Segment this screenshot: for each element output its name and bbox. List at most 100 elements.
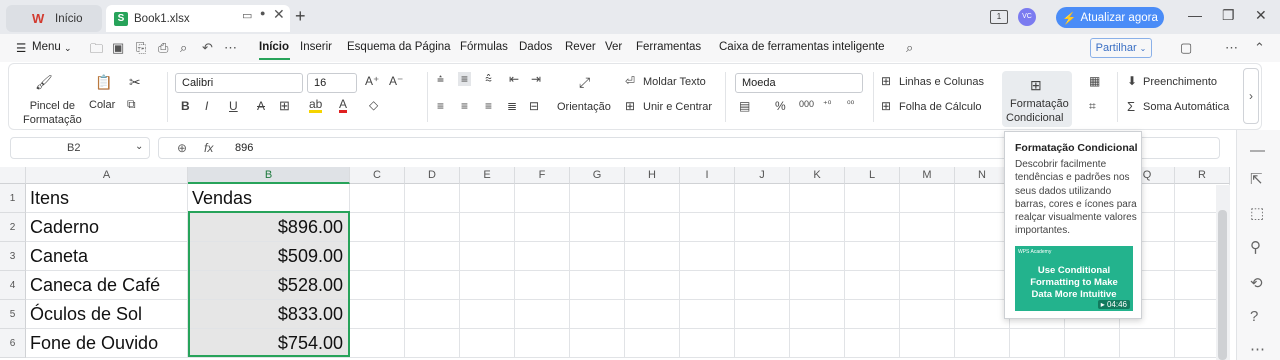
cell-empty[interactable] [460,300,515,329]
history-icon[interactable]: ⟲ [1250,274,1263,292]
cell-empty[interactable] [625,213,680,242]
more-options-icon[interactable]: ⋯ [1225,40,1238,56]
cell-a6[interactable]: Fone de Ouvido [26,329,188,358]
cell-b3[interactable]: $509.00 [188,242,350,271]
cell-empty[interactable] [515,242,570,271]
upgrade-button[interactable]: ⚡ Atualizar agora [1056,7,1164,28]
cell-empty[interactable] [625,329,680,358]
table-format-icon[interactable]: ⌗ [1089,99,1096,114]
cell-empty[interactable] [405,213,460,242]
minimize-panel-icon[interactable]: — [1250,142,1265,159]
column-header-h[interactable]: H [625,167,680,184]
cell-empty[interactable] [845,271,900,300]
rows-columns-button[interactable]: Linhas e Colunas [899,76,984,88]
fill-button[interactable]: Preenchimento [1143,76,1217,88]
more-icon[interactable]: ⋯ [224,40,237,56]
distributed-icon[interactable]: ⊟ [529,99,539,113]
cell-empty[interactable] [680,271,735,300]
menu-item-ferramentas[interactable]: Ferramentas [636,41,701,53]
cell-empty[interactable] [955,271,1010,300]
cell-a1[interactable]: Itens [26,184,188,213]
print-icon[interactable]: ⎙ [158,40,168,56]
tab-home[interactable]: W Início [6,5,102,32]
clear-format-icon[interactable]: ◇ [369,98,378,112]
fill-icon[interactable]: ⬇ [1127,74,1137,88]
font-size-select[interactable]: 16 [307,73,357,93]
cut-icon[interactable]: ✂ [129,74,141,91]
cell-b1[interactable]: Vendas [188,184,350,213]
cell-empty[interactable] [680,213,735,242]
bold-icon[interactable]: B [181,99,190,113]
open-icon[interactable]: 🗀 [90,40,103,62]
indent-decrease-icon[interactable]: ⇤ [509,72,519,86]
row-header[interactable]: 1 [0,184,26,213]
merge-icon[interactable]: ⊞ [625,99,635,113]
column-header-i[interactable]: I [680,167,735,184]
cell-empty[interactable] [350,242,405,271]
cell-empty[interactable] [735,300,790,329]
cell-empty[interactable] [570,242,625,271]
thousands-icon[interactable]: 000 [799,99,814,109]
paste-label[interactable]: Colar [89,99,115,111]
cell-empty[interactable] [570,329,625,358]
cell-empty[interactable] [790,184,845,213]
cell-empty[interactable] [735,329,790,358]
accounting-icon[interactable]: ▤ [739,99,750,113]
save-icon[interactable]: ▣ [112,40,124,56]
column-header-b[interactable]: B [188,167,350,184]
cell-empty[interactable] [405,329,460,358]
cell-empty[interactable] [1065,329,1120,358]
cell-empty[interactable] [680,184,735,213]
decrease-font-icon[interactable]: A⁻ [389,74,403,88]
cell-style-icon[interactable]: ▦ [1089,74,1100,88]
cell-empty[interactable] [570,213,625,242]
cell-empty[interactable] [735,271,790,300]
highlight-icon[interactable]: ab [309,98,323,113]
cell-empty[interactable] [570,300,625,329]
menu-button[interactable]: Menu [32,41,61,53]
strikethrough-icon[interactable]: A [257,99,265,113]
search-icon[interactable]: ⌕ [906,40,913,56]
column-header-c[interactable]: C [350,167,405,184]
undo-icon[interactable]: ↶ [202,40,213,56]
row-header[interactable]: 6 [0,329,26,358]
cell-empty[interactable] [460,271,515,300]
wrap-text-button[interactable]: Moldar Texto [643,76,706,88]
cell-empty[interactable] [955,242,1010,271]
minimize-icon[interactable]: — [1188,7,1202,23]
cell-empty[interactable] [405,184,460,213]
column-header-e[interactable]: E [460,167,515,184]
row-header[interactable]: 2 [0,213,26,242]
cell-empty[interactable] [845,300,900,329]
menu-item-esquema[interactable]: Esquema da Página [347,41,451,53]
print-preview-icon[interactable]: ⌕ [180,40,187,56]
copy-icon[interactable]: ⧉ [127,97,136,112]
column-header-m[interactable]: M [900,167,955,184]
cell-a3[interactable]: Caneta [26,242,188,271]
cell-empty[interactable] [405,300,460,329]
align-top-icon[interactable]: ⩮ [437,72,444,87]
align-middle-icon[interactable]: ≡ [458,72,472,86]
select-all-corner[interactable] [0,167,26,184]
column-header-g[interactable]: G [570,167,625,184]
cell-empty[interactable] [625,300,680,329]
italic-icon[interactable]: I [205,99,208,113]
cell-empty[interactable] [350,271,405,300]
cell-empty[interactable] [955,300,1010,329]
close-window-icon[interactable]: ✕ [1255,7,1267,24]
align-left-icon[interactable]: ≡ [437,99,444,113]
rows-columns-icon[interactable]: ⊞ [881,74,891,88]
paste-icon[interactable]: 📋 [95,74,112,91]
row-header[interactable]: 4 [0,271,26,300]
orientation-icon[interactable]: ⤢ [579,74,590,91]
cell-empty[interactable] [515,300,570,329]
cell-empty[interactable] [460,329,515,358]
column-header-d[interactable]: D [405,167,460,184]
column-header-j[interactable]: J [735,167,790,184]
row-header[interactable]: 3 [0,242,26,271]
cell-empty[interactable] [460,242,515,271]
decrease-decimal-icon[interactable]: ⁰⁰ [847,99,854,110]
share-button[interactable]: Partilhar ⌄ [1090,38,1152,58]
column-header-a[interactable]: A [26,167,188,184]
format-painter-label[interactable]: Pincel de Formatação [23,99,82,127]
